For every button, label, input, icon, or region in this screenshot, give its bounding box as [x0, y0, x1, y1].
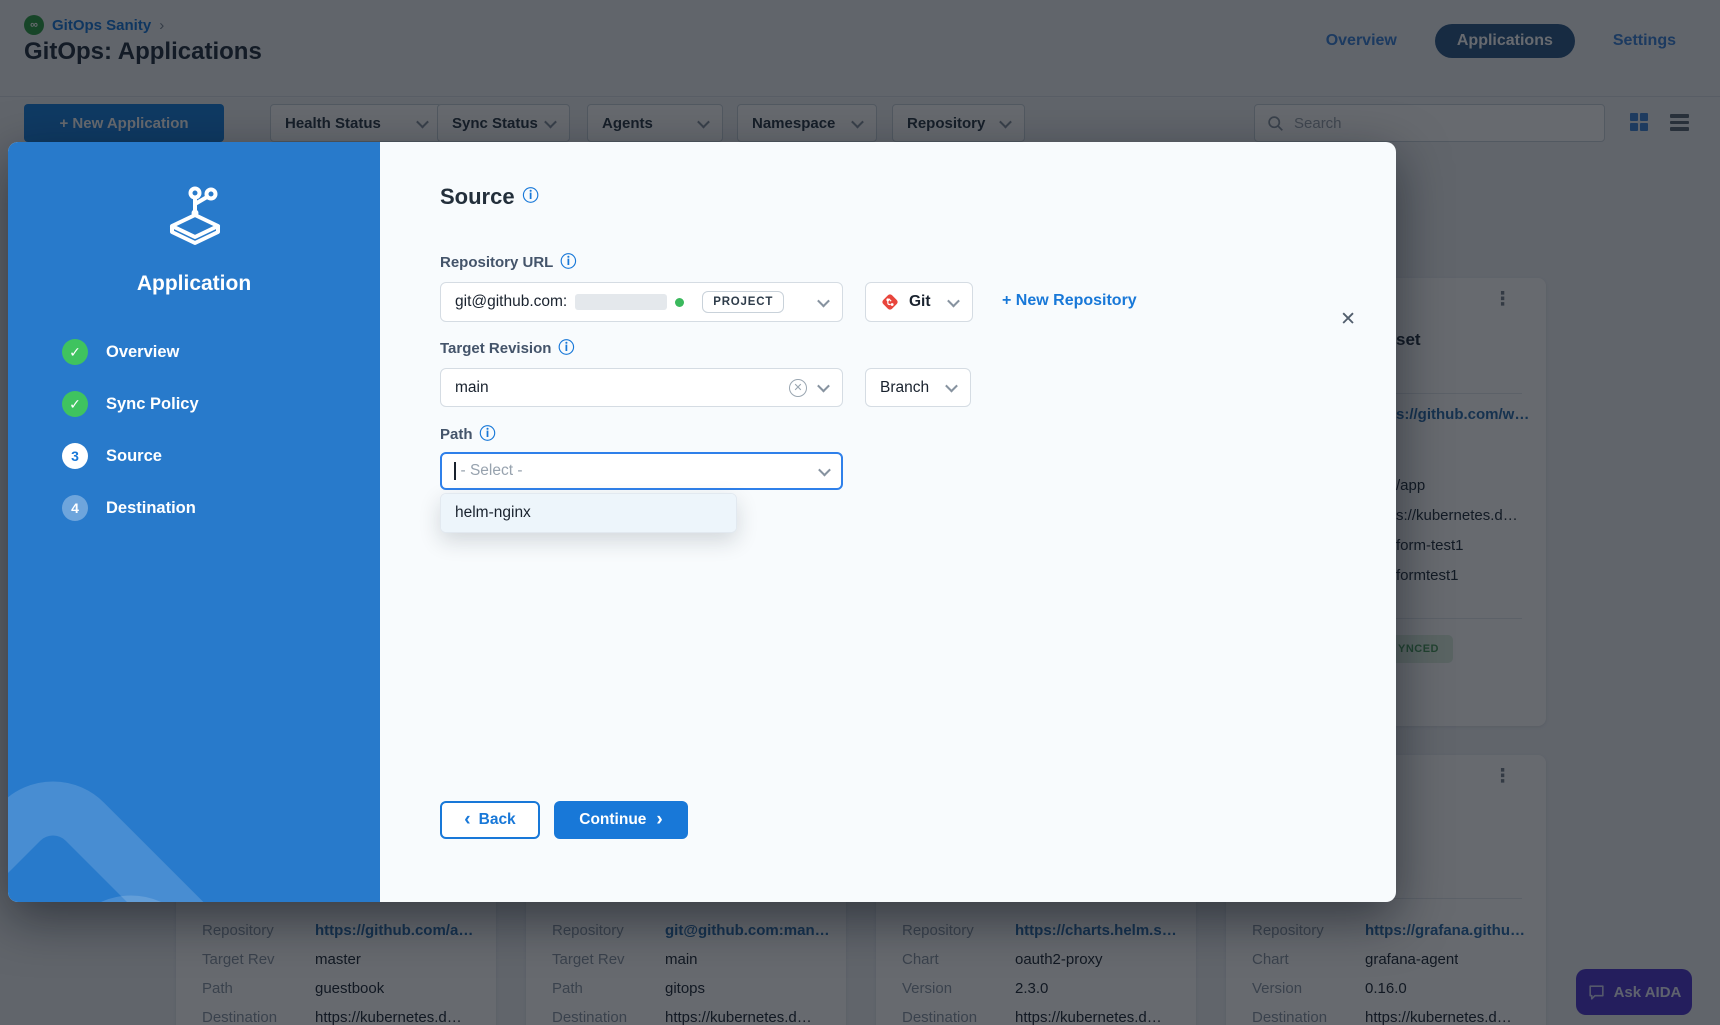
- repo-type-value: Git: [909, 293, 931, 311]
- close-icon[interactable]: ✕: [1340, 310, 1356, 329]
- revision-type-select[interactable]: Branch: [865, 368, 971, 407]
- project-scope-badge: PROJECT: [702, 291, 784, 313]
- chevron-down-icon: [947, 294, 960, 307]
- step-number: 3: [62, 443, 88, 469]
- step-check-icon: ✓: [62, 339, 88, 365]
- step-check-icon: ✓: [62, 391, 88, 417]
- chevron-down-icon: [818, 463, 831, 476]
- step-label: Overview: [106, 343, 179, 362]
- chevron-down-icon: [945, 380, 958, 393]
- info-icon[interactable]: ⓘ: [560, 255, 576, 271]
- target-revision-value: main: [455, 379, 489, 397]
- wizard-sidebar: Application ✓ Overview ✓ Sync Policy 3 S…: [8, 142, 380, 902]
- wizard-steps: ✓ Overview ✓ Sync Policy 3 Source 4 Dest…: [62, 339, 199, 547]
- step-label: Sync Policy: [106, 395, 199, 414]
- repository-url-label-row: Repository URL ⓘ: [440, 254, 576, 271]
- repo-status-dot: [675, 298, 684, 307]
- target-revision-select[interactable]: main ✕: [440, 368, 843, 407]
- application-icon: [160, 182, 230, 252]
- back-label: Back: [479, 811, 516, 829]
- repository-url-select[interactable]: git@github.com: PROJECT: [440, 282, 843, 322]
- new-repository-link[interactable]: + New Repository: [1002, 292, 1137, 310]
- revision-type-value: Branch: [880, 379, 929, 397]
- info-icon[interactable]: ⓘ: [523, 189, 539, 205]
- repository-url-value: git@github.com:: [455, 293, 567, 311]
- path-label: Path: [440, 426, 473, 443]
- step-destination[interactable]: 4 Destination: [62, 495, 199, 521]
- continue-button[interactable]: Continue ›: [554, 801, 688, 839]
- redacted-repo-segment: [575, 294, 667, 310]
- chevron-down-icon: [817, 380, 830, 393]
- back-button[interactable]: ‹ Back: [440, 801, 540, 839]
- path-select[interactable]: - Select -: [440, 452, 843, 490]
- modal-title: Source: [440, 184, 515, 210]
- info-icon[interactable]: ⓘ: [558, 341, 574, 357]
- modal-title-row: Source ⓘ: [440, 184, 539, 210]
- step-label: Source: [106, 447, 162, 466]
- path-option-helm-nginx[interactable]: helm-nginx: [441, 494, 736, 532]
- target-revision-label-row: Target Revision ⓘ: [440, 340, 574, 357]
- path-options-dropdown: helm-nginx: [440, 493, 737, 533]
- info-icon[interactable]: ⓘ: [480, 427, 496, 443]
- git-icon: [880, 292, 900, 312]
- step-label: Destination: [106, 499, 196, 518]
- chevron-left-icon: ‹: [464, 810, 470, 829]
- step-sync-policy[interactable]: ✓ Sync Policy: [62, 391, 199, 417]
- wizard-title: Application: [8, 272, 380, 296]
- step-overview[interactable]: ✓ Overview: [62, 339, 199, 365]
- continue-label: Continue: [579, 811, 646, 829]
- new-application-wizard-modal: Application ✓ Overview ✓ Sync Policy 3 S…: [8, 142, 1396, 902]
- path-label-row: Path ⓘ: [440, 426, 496, 443]
- step-source[interactable]: 3 Source: [62, 443, 199, 469]
- text-cursor: [454, 462, 456, 480]
- chevron-down-icon: [817, 294, 830, 307]
- path-placeholder: - Select -: [461, 462, 523, 480]
- repo-type-select[interactable]: Git: [865, 282, 973, 322]
- screen: ∞ GitOps Sanity › GitOps: Applications O…: [0, 0, 1720, 1025]
- step-number: 4: [62, 495, 88, 521]
- clear-icon[interactable]: ✕: [789, 379, 807, 397]
- chevron-right-icon: ›: [656, 810, 662, 829]
- repository-url-label: Repository URL: [440, 254, 553, 271]
- target-revision-label: Target Revision: [440, 340, 551, 357]
- watermark-diamond: [8, 752, 286, 902]
